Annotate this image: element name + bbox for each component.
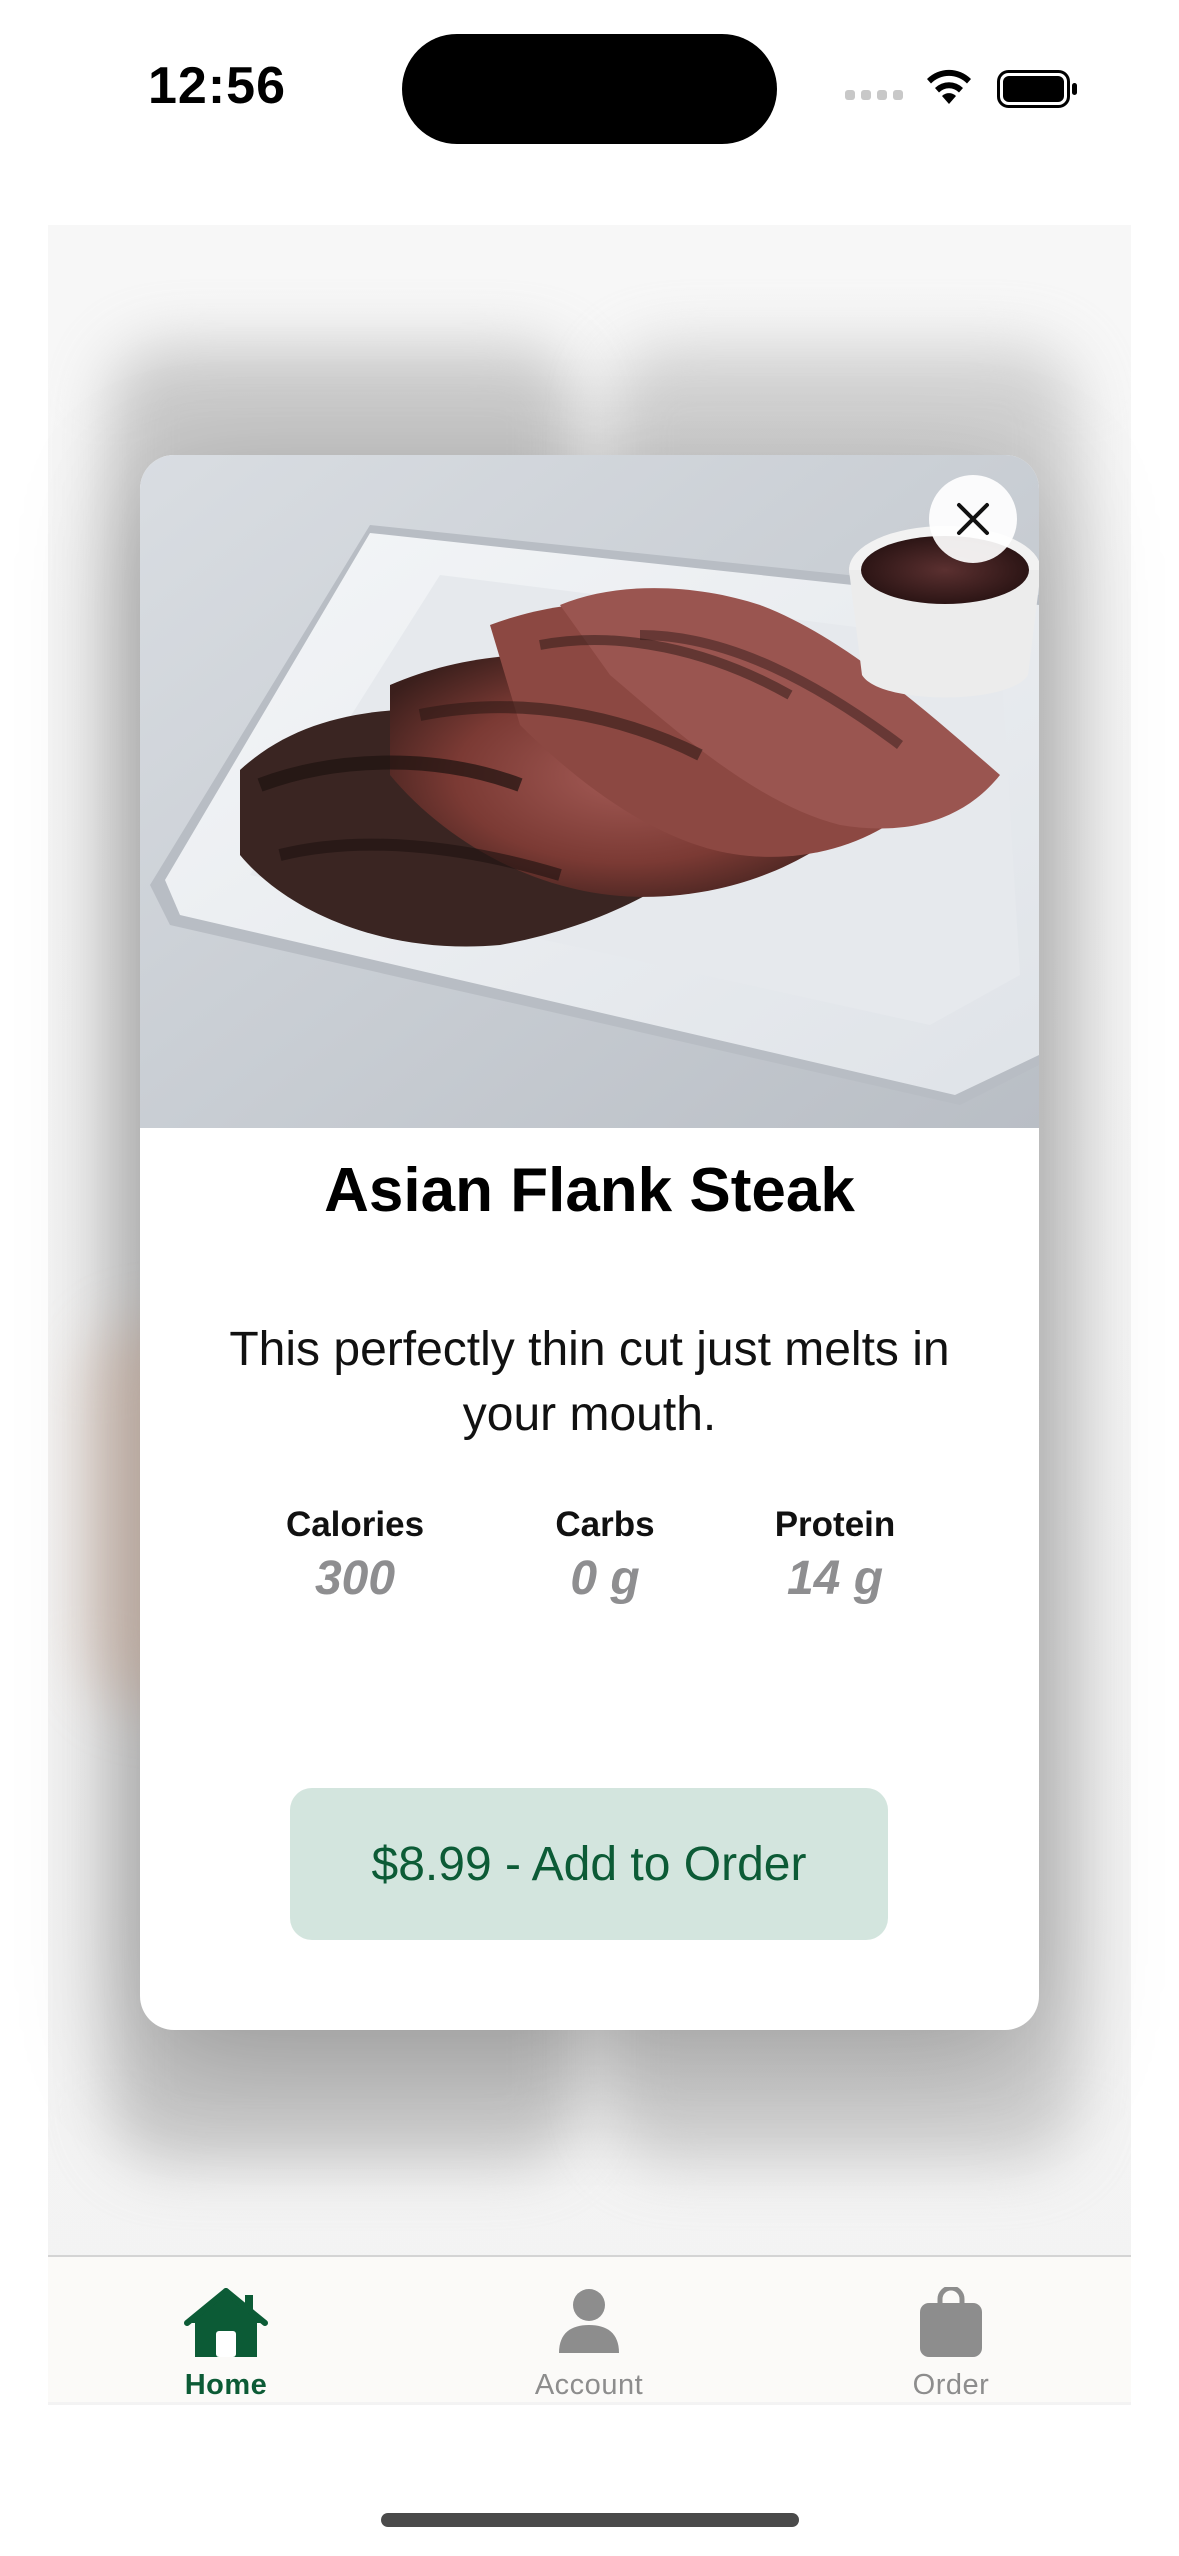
nutrition-value: 14 g	[786, 1552, 884, 1605]
tab-bar: Home Account Order	[48, 2255, 1131, 2402]
dynamic-island	[402, 34, 777, 144]
close-icon	[957, 503, 989, 535]
close-button[interactable]	[929, 475, 1017, 563]
nutrition-value: 0 g	[570, 1552, 640, 1605]
tab-order[interactable]: Order	[851, 2257, 1051, 2402]
tab-home-label: Home	[184, 2369, 268, 2401]
wifi-icon	[927, 69, 971, 104]
nutrition-label: Calories	[285, 1505, 425, 1544]
nutrition-label: Protein	[774, 1505, 896, 1544]
tab-home[interactable]: Home	[126, 2257, 326, 2402]
nutrition-value: 300	[314, 1552, 396, 1605]
nutrition-label: Carbs	[555, 1505, 655, 1544]
home-icon	[184, 2288, 268, 2357]
steak-photo	[140, 455, 1039, 1128]
bag-icon	[920, 2287, 982, 2357]
nutrition-carbs: Carbs 0 g	[530, 1505, 680, 1606]
nutrition-protein: Protein 14 g	[750, 1505, 920, 1606]
cellular-signal-icon	[845, 90, 903, 100]
status-indicators	[845, 62, 1085, 112]
tab-order-label: Order	[912, 2369, 990, 2401]
item-detail-modal: Asian Flank Steak This perfectly thin cu…	[140, 455, 1039, 2030]
person-icon	[559, 2289, 619, 2353]
item-title: Asian Flank Steak	[324, 1156, 855, 1225]
nutrition-calories: Calories 300	[270, 1505, 440, 1606]
tab-account-label: Account	[534, 2369, 644, 2401]
home-indicator[interactable]	[381, 2513, 799, 2527]
battery-icon	[997, 70, 1077, 108]
item-description: This perfectly thin cut just melts in yo…	[229, 1323, 950, 1441]
tab-account[interactable]: Account	[489, 2257, 689, 2402]
status-time: 12:56	[148, 57, 286, 115]
add-to-order-button[interactable]: $8.99 - Add to Order	[290, 1788, 888, 1940]
